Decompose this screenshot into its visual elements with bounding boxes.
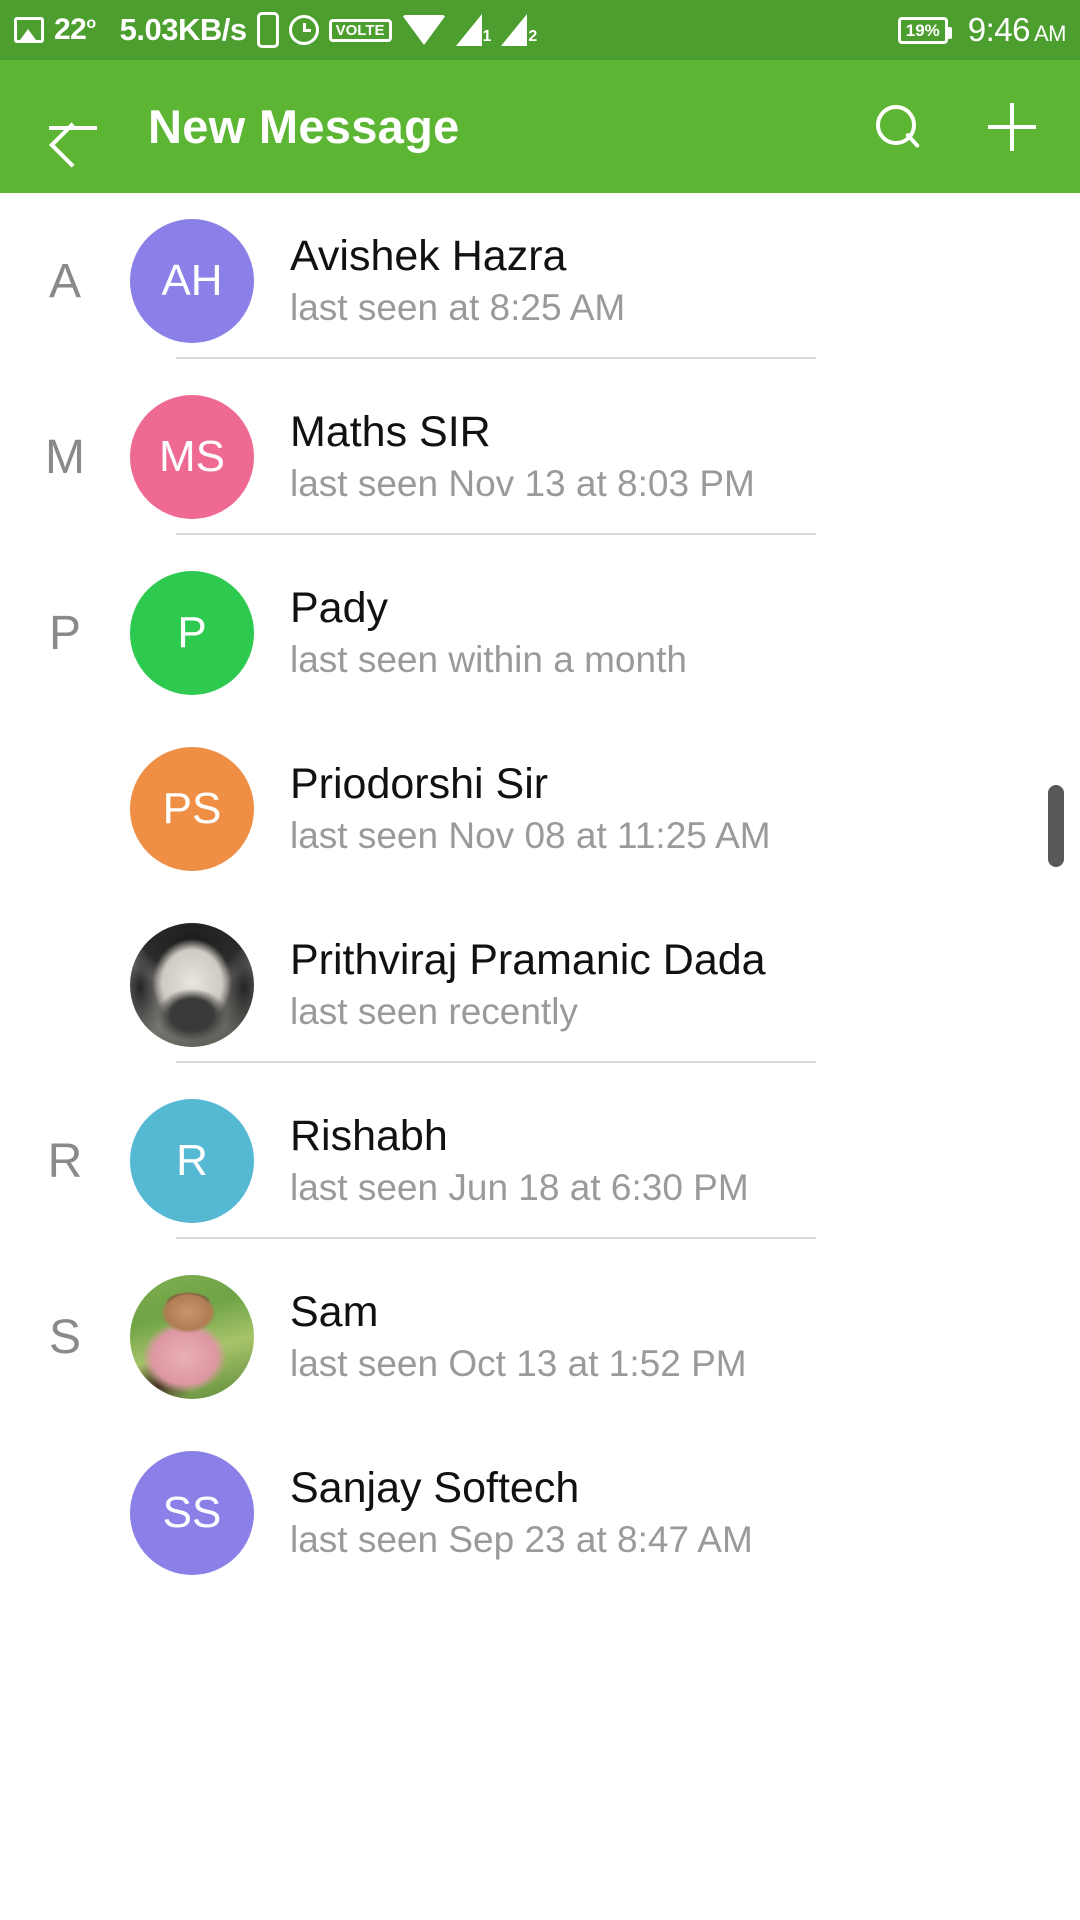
status-bar: 22o 5.03KB/s VOLTE 1 2 19% 9:46 AM	[0, 0, 1080, 60]
contact-text: Prithviraj Pramanic Dada last seen recent…	[290, 936, 766, 1033]
wifi-icon	[401, 15, 446, 45]
contact-list[interactable]: A AH Avishek Hazra last seen at 8:25 AM M MS M…	[0, 193, 1080, 1920]
signal-strength-sim2-icon: 2	[501, 14, 537, 46]
contact-status: last seen Sep 23 at 8:47 AM	[290, 1519, 753, 1561]
contact-name: Prithviraj Pramanic Dada	[290, 936, 766, 984]
image-icon	[14, 17, 44, 43]
avatar-initials: PS	[130, 747, 254, 871]
contact-status: last seen Nov 13 at 8:03 PM	[290, 463, 755, 505]
contact-row[interactable]: SS Sanjay Softech last seen Sep 23 at 8:47…	[0, 1425, 1080, 1601]
contact-row[interactable]: PS Priodorshi Sir last seen Nov 08 at 11:2…	[0, 721, 1080, 897]
sim1-label: 1	[482, 28, 492, 45]
contact-row[interactable]: M MS Maths SIR last seen Nov 13 at 8:03 PM	[0, 369, 1080, 545]
app-bar: New Message	[0, 60, 1080, 193]
contact-status: last seen within a month	[290, 639, 687, 681]
page-title: New Message	[148, 100, 460, 153]
contact-status: last seen recently	[290, 991, 578, 1033]
temperature-indicator: 22o	[54, 13, 96, 47]
list-divider	[176, 1237, 816, 1239]
contact-name: Sanjay Softech	[290, 1464, 580, 1512]
contact-status: last seen at 8:25 AM	[290, 287, 626, 329]
contact-name: Pady	[290, 584, 389, 632]
avatar-initials: AH	[130, 219, 254, 343]
contact-text: Priodorshi Sir last seen Nov 08 at 11:25 …	[290, 760, 771, 857]
contact-name: Sam	[290, 1288, 379, 1336]
status-bar-clock: 9:46 AM	[967, 11, 1067, 49]
signal-triangle	[501, 14, 528, 46]
contact-name: Maths SIR	[290, 408, 491, 456]
contact-name: Avishek Hazra	[290, 232, 567, 280]
list-divider	[176, 533, 816, 535]
plus-icon[interactable]	[988, 102, 1036, 151]
contact-text: Pady last seen within a month	[290, 584, 687, 681]
list-divider	[176, 357, 816, 359]
alarm-icon	[288, 15, 319, 45]
phone-icon	[256, 12, 279, 48]
search-icon[interactable]	[874, 103, 922, 151]
volte-icon: VOLTE	[328, 18, 392, 42]
avatar-photo	[130, 1275, 254, 1399]
sim2-label: 2	[528, 28, 538, 45]
contact-name: Rishabh	[290, 1112, 448, 1160]
contact-row[interactable]: P P Pady last seen within a month	[0, 545, 1080, 721]
section-letter: R	[47, 1134, 83, 1188]
temperature-value: 22	[54, 13, 87, 46]
avatar-initials: MS	[130, 395, 254, 519]
contact-text: Avishek Hazra last seen at 8:25 AM	[290, 232, 626, 329]
signal-strength-sim1-icon: 1	[455, 14, 492, 46]
contact-row[interactable]: Prithviraj Pramanic Dada last seen recent…	[0, 897, 1080, 1073]
temperature-unit: o	[86, 15, 96, 32]
contact-text: Sam last seen Oct 13 at 1:52 PM	[290, 1288, 747, 1385]
clock-time: 9:46	[967, 11, 1031, 48]
contact-name: Priodorshi Sir	[290, 760, 549, 808]
signal-triangle	[455, 14, 482, 46]
contact-text: Rishabh last seen Jun 18 at 6:30 PM	[290, 1112, 749, 1209]
list-scrollbar[interactable]	[1048, 785, 1064, 867]
contact-row[interactable]: A AH Avishek Hazra last seen at 8:25 AM	[0, 193, 1080, 369]
contact-row[interactable]: S Sam last seen Oct 13 at 1:52 PM	[0, 1249, 1080, 1425]
section-letter: A	[48, 254, 81, 308]
contact-status: last seen Nov 08 at 11:25 AM	[290, 815, 771, 857]
battery-icon: 19%	[897, 16, 952, 44]
contact-status: last seen Oct 13 at 1:52 PM	[290, 1343, 747, 1385]
network-speed-indicator: 5.03KB/s	[119, 12, 247, 47]
contact-text: Maths SIR last seen Nov 13 at 8:03 PM	[290, 408, 755, 505]
avatar-photo	[130, 923, 254, 1047]
contact-text: Sanjay Softech last seen Sep 23 at 8:47 A…	[290, 1464, 753, 1561]
avatar-initials: R	[130, 1099, 254, 1223]
contact-status: last seen Jun 18 at 6:30 PM	[290, 1167, 749, 1209]
section-letter: P	[48, 606, 81, 660]
avatar-initials: SS	[130, 1451, 254, 1575]
contact-row[interactable]: R R Rishabh last seen Jun 18 at 6:30 PM	[0, 1073, 1080, 1249]
section-letter: M	[45, 430, 85, 484]
avatar-initials: P	[130, 571, 254, 695]
back-arrow-icon[interactable]	[46, 100, 100, 154]
list-divider	[176, 1061, 816, 1063]
section-letter: S	[48, 1310, 81, 1364]
clock-meridiem: AM	[1034, 21, 1067, 46]
